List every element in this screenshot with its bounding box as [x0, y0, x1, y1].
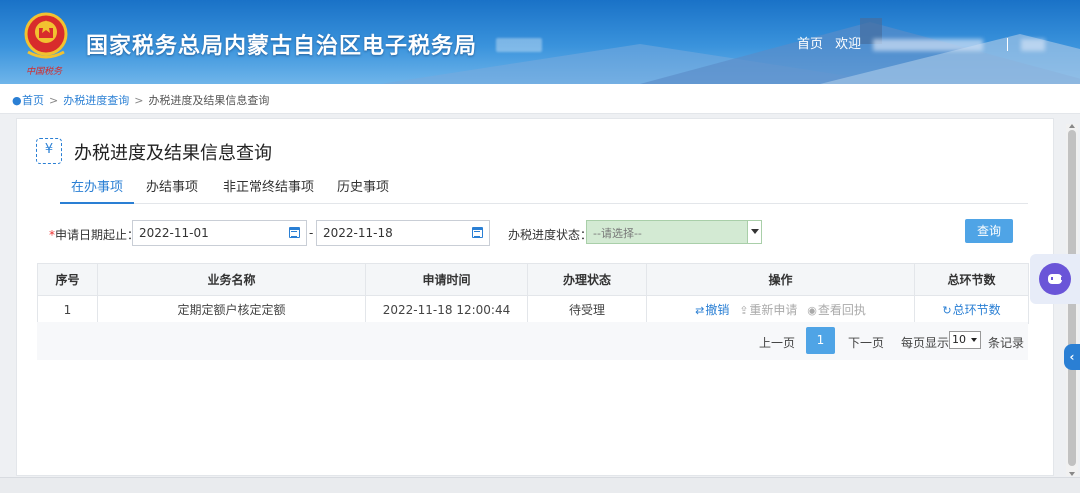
nav-home-link[interactable]: 首页 [797, 37, 823, 52]
site-title: 国家税务总局内蒙古自治区电子税务局 [86, 34, 478, 59]
cell-total-steps: ↻总环节数 [914, 295, 1029, 324]
seal-text: 中国税务 [26, 67, 63, 77]
bottom-bar [0, 477, 1080, 493]
chevron-down-icon[interactable] [747, 221, 761, 243]
calendar-icon[interactable] [472, 227, 483, 238]
breadcrumb-home[interactable]: 首页 [22, 94, 44, 107]
site-header: 中国税务 国家税务总局内蒙古自治区电子税务局 首页 欢迎 [0, 0, 1080, 84]
blurred-region [496, 38, 542, 52]
date-range-label: *申请日期起止： [49, 228, 140, 242]
page-number-current[interactable]: 1 [806, 327, 835, 354]
col-header-business-name: 业务名称 [97, 263, 366, 296]
tab-abnormal-termination[interactable]: 非正常终结事项 [223, 176, 314, 195]
top-nav: 首页 欢迎 [797, 33, 1053, 52]
tab-bar: 在办事项 办结事项 非正常终结事项 历史事项 [60, 172, 1028, 204]
cell-status: 待受理 [527, 295, 647, 324]
calendar-icon[interactable] [289, 227, 300, 238]
scroll-up-arrow-icon[interactable] [1069, 124, 1075, 128]
chatbot-button[interactable] [1030, 254, 1080, 304]
date-separator: - [309, 226, 314, 240]
table-row: 1 定期定额户核定定额 2022-11-18 12:00:44 待受理 ⇄撤销 … [37, 295, 1029, 324]
next-page-button[interactable]: 下一页 [848, 334, 884, 351]
nav-welcome-text: 欢迎 [835, 37, 862, 52]
tab-completed[interactable]: 办结事项 [146, 176, 198, 195]
prev-page-button[interactable]: 上一页 [759, 334, 795, 351]
col-header-index: 序号 [37, 263, 98, 296]
reapply-link: ⇪重新申请 [739, 303, 798, 317]
nav-divider [1007, 38, 1009, 51]
breadcrumb-section[interactable]: 办税进度查询 [63, 94, 129, 107]
status-select[interactable]: --请选择-- [586, 220, 762, 244]
page-size-select[interactable]: 10 [949, 331, 981, 349]
records-label: 条记录 [988, 336, 1025, 350]
cell-operations: ⇄撤销 ⇪重新申请 ◉查看回执 [646, 295, 915, 324]
location-pin-icon: ● [12, 94, 22, 107]
page-title: 办税进度及结果信息查询 [74, 143, 272, 164]
col-header-operations: 操作 [646, 263, 915, 296]
revoke-link[interactable]: ⇄撤销 [695, 303, 729, 317]
breadcrumb-separator: > [134, 94, 144, 107]
query-button[interactable]: 查询 [965, 219, 1013, 243]
chevron-down-icon [971, 338, 977, 342]
yuan-ticket-icon: ¥ [36, 138, 62, 164]
per-page-label: 每页显示 [901, 336, 950, 350]
cell-business-name: 定期定额户核定定额 [97, 295, 366, 324]
results-table: 序号 业务名称 申请时间 办理状态 操作 总环节数 1 定期定额户核定定额 20… [37, 263, 1029, 324]
breadcrumb-current: 办税进度及结果信息查询 [148, 94, 270, 107]
col-header-status: 办理状态 [527, 263, 647, 296]
end-date-input[interactable]: 2022-11-18 [316, 220, 490, 246]
cell-index: 1 [37, 295, 98, 324]
collapse-sidebar-chevron-left-icon[interactable]: ‹ [1064, 344, 1080, 370]
start-date-input[interactable]: 2022-11-01 [132, 220, 307, 246]
col-header-total-steps: 总环节数 [914, 263, 1029, 296]
tab-history[interactable]: 历史事项 [337, 176, 389, 195]
scroll-down-arrow-icon[interactable] [1069, 472, 1075, 476]
blurred-username [873, 38, 984, 51]
breadcrumb-separator: > [49, 94, 59, 107]
refresh-icon: ↻ [942, 304, 952, 317]
col-header-apply-time: 申请时间 [365, 263, 528, 296]
exchange-icon: ⇄ [695, 304, 705, 317]
robot-icon [1039, 263, 1071, 295]
status-label: 办税进度状态： [508, 228, 593, 242]
tab-in-progress[interactable]: 在办事项 [71, 176, 123, 195]
view-receipt-link: ◉查看回执 [807, 303, 866, 317]
active-tab-indicator [60, 202, 134, 204]
table-header-row: 序号 业务名称 申请时间 办理状态 操作 总环节数 [37, 263, 1029, 296]
total-steps-link[interactable]: ↻总环节数 [942, 303, 1000, 317]
eye-icon: ◉ [807, 304, 817, 317]
cell-apply-time: 2022-11-18 12:00:44 [365, 295, 528, 324]
blurred-logout[interactable] [1020, 38, 1045, 51]
breadcrumb: ●首页 > 办税进度查询 > 办税进度及结果信息查询 [0, 84, 1080, 114]
upload-icon: ⇪ [739, 304, 749, 317]
